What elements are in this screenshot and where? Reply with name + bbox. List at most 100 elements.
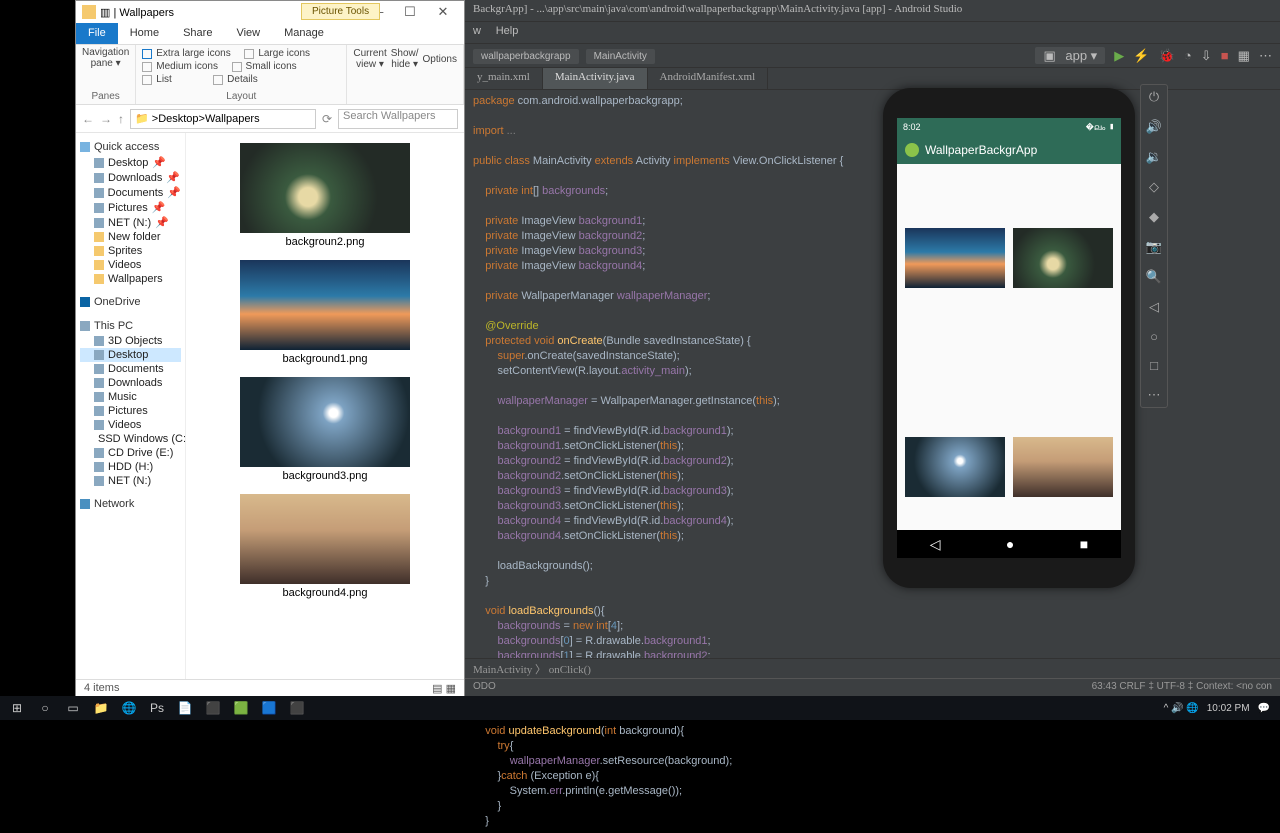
nav-item[interactable]: HDD (H:) — [80, 460, 181, 474]
app-icon[interactable]: ⬛ — [200, 698, 226, 718]
run-config[interactable]: ▣ app ▾ — [1035, 47, 1105, 64]
tab-manage[interactable]: Manage — [272, 23, 336, 44]
photoshop-icon[interactable]: Ps — [144, 698, 170, 718]
nav-item[interactable]: Downloads — [80, 376, 181, 390]
system-tray[interactable]: ^ 🔊 🌐 10:02 PM 💬 — [1164, 703, 1276, 714]
layout-icon[interactable]: ▦ — [1238, 48, 1250, 63]
windows-taskbar[interactable]: ⊞ ○ ▭ 📁 🌐 Ps 📄 ⬛ 🟩 🟦 ⬛ ^ 🔊 🌐 10:02 PM 💬 — [0, 696, 1280, 720]
view-list[interactable]: List — [156, 74, 172, 85]
apply-icon[interactable]: ⚡ — [1133, 48, 1149, 63]
attach-icon[interactable]: ⇩ — [1201, 48, 1212, 63]
crumb[interactable]: wallpaperbackgrapp — [473, 49, 579, 64]
app-icon[interactable]: 🟦 — [256, 698, 282, 718]
view-lg[interactable]: Large icons — [258, 48, 310, 59]
rotate-left-icon[interactable]: ◇ — [1149, 179, 1159, 195]
back-icon[interactable]: ← — [82, 112, 94, 126]
nav-quick-access[interactable]: Quick access — [80, 139, 181, 155]
nav-item[interactable]: Pictures — [80, 404, 181, 418]
android-studio-icon[interactable]: 🟩 — [228, 698, 254, 718]
overview-icon[interactable]: □ — [1150, 358, 1158, 373]
nav-item[interactable]: New folder — [80, 230, 181, 244]
nav-item[interactable]: NET (N:) — [80, 474, 181, 488]
nav-network[interactable]: Network — [80, 496, 181, 512]
view-sm[interactable]: Small icons — [246, 61, 297, 72]
back-icon[interactable]: ◁ — [930, 536, 941, 553]
clock[interactable]: 10:02 PM — [1207, 703, 1250, 714]
menu-item[interactable]: w — [473, 25, 481, 37]
view-xl[interactable]: Extra large icons — [156, 48, 230, 59]
nav-item[interactable]: Music — [80, 390, 181, 404]
app-icon[interactable]: 📄 — [172, 698, 198, 718]
volume-down-icon[interactable]: 🔉 — [1146, 149, 1162, 165]
nav-item[interactable]: Documents 📌 — [80, 185, 181, 200]
power-icon[interactable]: ⏻ — [1149, 89, 1159, 105]
cortana-icon[interactable]: ○ — [32, 698, 58, 718]
tab-mainactivity[interactable]: MainActivity.java — [543, 68, 648, 89]
home-icon[interactable]: ○ — [1150, 329, 1158, 344]
studio-menubar[interactable]: w Help — [465, 22, 1280, 44]
debug-icon[interactable]: 🐞 — [1159, 48, 1175, 63]
navigation-pane-button[interactable]: Navigation pane ▾ — [82, 47, 129, 69]
nav-item[interactable]: Desktop 📌 — [80, 155, 181, 170]
view-details[interactable]: Details — [227, 74, 258, 85]
more-icon[interactable]: ⋯ — [1259, 48, 1272, 63]
emu-image-1[interactable] — [905, 172, 1005, 343]
file-item[interactable]: background1.png — [240, 260, 410, 373]
explorer-icon[interactable]: 📁 — [88, 698, 114, 718]
options-button[interactable]: Options — [423, 54, 457, 65]
nav-item[interactable]: Documents — [80, 362, 181, 376]
start-button[interactable]: ⊞ — [4, 698, 30, 718]
back-icon[interactable]: ◁ — [1149, 299, 1159, 315]
tab-layout-xml[interactable]: y_main.xml — [465, 68, 543, 89]
crumb[interactable]: MainActivity — [586, 49, 655, 64]
tab-home[interactable]: Home — [118, 23, 171, 44]
picture-tools-tab[interactable]: Picture Tools — [301, 3, 380, 20]
nav-item[interactable]: NET (N:) 📌 — [80, 215, 181, 230]
search-input[interactable]: Search Wallpapers — [338, 109, 458, 129]
notifications-icon[interactable]: 💬 — [1258, 703, 1270, 714]
nav-item[interactable]: 3D Objects — [80, 334, 181, 348]
nav-item[interactable]: Downloads 📌 — [80, 170, 181, 185]
menu-item[interactable]: Help — [496, 25, 519, 37]
nav-item[interactable]: CD Drive (E:) — [80, 446, 181, 460]
taskview-icon[interactable]: ▭ — [60, 698, 86, 718]
profiler-icon[interactable]: ◔ — [1184, 48, 1192, 63]
stop-icon[interactable]: ■ — [1221, 48, 1229, 63]
nav-this-pc[interactable]: This PC — [80, 318, 181, 334]
explorer-titlebar[interactable]: ▥ | Wallpapers — ☐ ✕ — [76, 1, 464, 23]
nav-item[interactable]: Videos — [80, 258, 181, 272]
home-icon[interactable]: ● — [1006, 536, 1014, 552]
run-icon[interactable]: ▶ — [1114, 48, 1124, 63]
view-md[interactable]: Medium icons — [156, 61, 218, 72]
tab-view[interactable]: View — [224, 23, 272, 44]
emu-image-4[interactable] — [1013, 351, 1113, 522]
app-icon[interactable]: ⬛ — [284, 698, 310, 718]
file-list[interactable]: backgroun2.png background1.png backgroun… — [186, 133, 464, 679]
file-item[interactable]: background4.png — [240, 494, 410, 607]
view-toggle-icon[interactable]: ▤ ▦ — [432, 682, 456, 697]
nav-pane[interactable]: Quick access Desktop 📌 Downloads 📌 Docum… — [76, 133, 186, 679]
chrome-icon[interactable]: 🌐 — [116, 698, 142, 718]
show-hide-button[interactable]: Show/ hide ▾ — [391, 48, 419, 70]
volume-up-icon[interactable]: 🔊 — [1146, 119, 1162, 135]
current-view-button[interactable]: Current view ▾ — [353, 48, 386, 70]
tab-file[interactable]: File — [76, 23, 118, 44]
nav-item[interactable]: Pictures 📌 — [80, 200, 181, 215]
todo-tab[interactable]: ODO — [473, 681, 496, 692]
nav-item[interactable]: Wallpapers — [80, 272, 181, 286]
emu-image-3[interactable] — [905, 351, 1005, 522]
file-item[interactable]: background3.png — [240, 377, 410, 490]
forward-icon[interactable]: → — [100, 112, 112, 126]
tab-share[interactable]: Share — [171, 23, 224, 44]
rotate-right-icon[interactable]: ◆ — [1149, 209, 1159, 225]
address-bar[interactable]: 📁 > Desktop > Wallpapers — [130, 109, 316, 129]
close-icon[interactable]: ✕ — [428, 4, 458, 20]
screenshot-icon[interactable]: 📷 — [1146, 239, 1162, 255]
file-item[interactable]: backgroun2.png — [240, 143, 410, 256]
nav-onedrive[interactable]: OneDrive — [80, 294, 181, 310]
nav-item[interactable]: Videos — [80, 418, 181, 432]
nav-item[interactable]: SSD Windows (C:) — [80, 432, 181, 446]
nav-item-selected[interactable]: Desktop — [80, 348, 181, 362]
maximize-icon[interactable]: ☐ — [395, 4, 425, 20]
tray-icons[interactable]: ^ 🔊 🌐 — [1164, 703, 1199, 714]
